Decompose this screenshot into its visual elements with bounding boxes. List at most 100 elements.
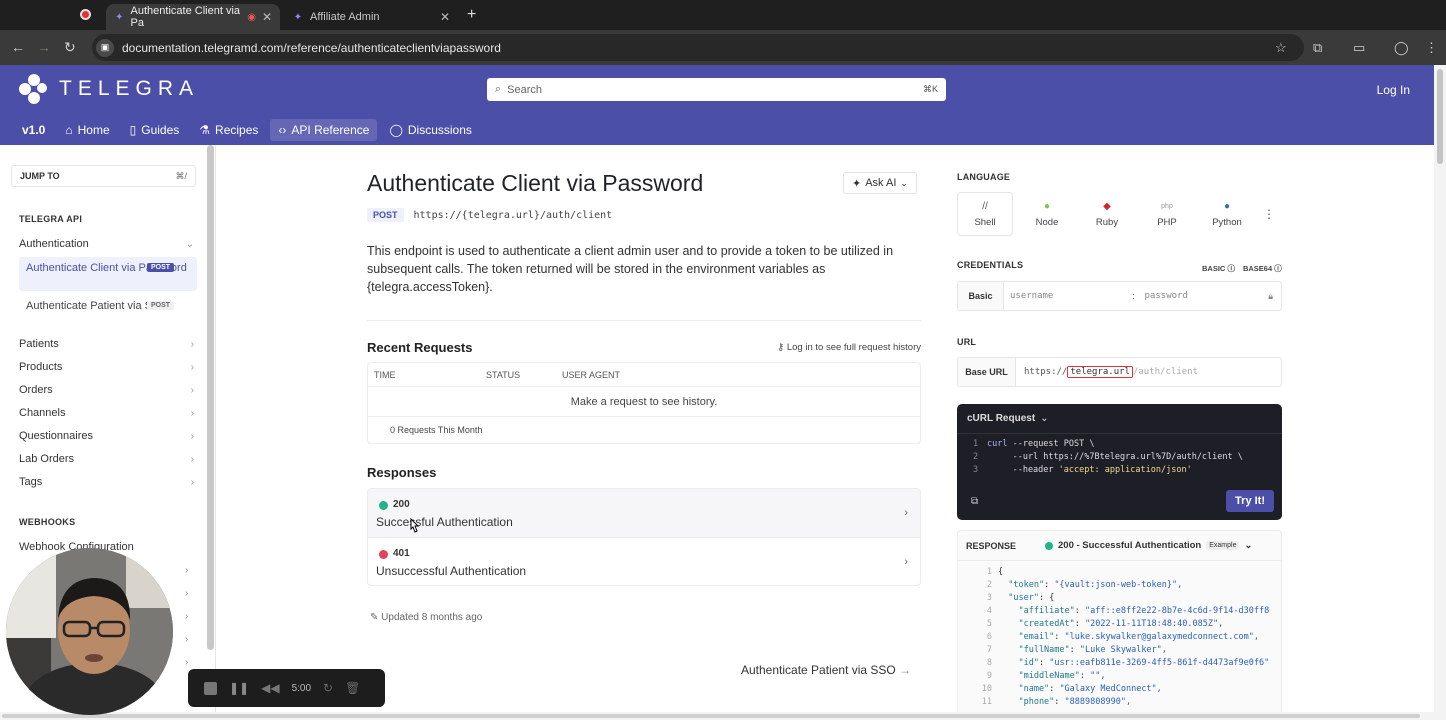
page-scrollbar[interactable]: [1434, 65, 1446, 720]
base-url-suffix: /auth/client: [1132, 367, 1198, 377]
response-200[interactable]: 200 Successful Authentication ›: [368, 489, 920, 538]
line-number: 1: [986, 567, 992, 577]
login-history-link[interactable]: ⚷ Log in to see full request history: [777, 342, 921, 353]
horizontal-scrollbar[interactable]: [0, 712, 1434, 720]
language-name: Node: [1035, 216, 1059, 228]
sidebar-group-label: Authentication: [19, 238, 89, 250]
back-icon[interactable]: ←: [11, 39, 25, 55]
next-page-link[interactable]: Authenticate Patient via SSO →: [741, 663, 911, 677]
scrollbar-thumb[interactable]: [2, 714, 1420, 718]
new-tab-icon[interactable]: +: [467, 6, 476, 24]
language-php[interactable]: php PHP: [1137, 192, 1197, 236]
close-tab-icon[interactable]: ✕: [440, 10, 450, 24]
json-line: 6 "email": "luke.skywalker@galaxymedconn…: [974, 632, 1259, 642]
telegra-favicon-icon: ✦: [293, 11, 303, 23]
menu-kebab-icon[interactable]: ⋮: [1425, 40, 1438, 56]
json-line: 1{: [974, 567, 1003, 577]
pause-icon[interactable]: ❚❚: [229, 681, 249, 695]
endpoint-description: This endpoint is used to authenticate a …: [367, 244, 894, 294]
jump-to-button[interactable]: JUMP TO ⌘/: [11, 165, 196, 187]
json-key: "createdAt": [998, 619, 1075, 629]
line-number: 1: [973, 439, 979, 449]
extensions-icon[interactable]: ⧉: [1313, 40, 1322, 56]
search-input[interactable]: ⌕ Search ⌘K: [487, 78, 946, 101]
sidebar-item-questionnaires[interactable]: Questionnaires ›: [19, 430, 194, 442]
logo-text: TELEGRA: [59, 77, 200, 100]
site-info-icon[interactable]: ▣: [96, 38, 114, 57]
nav-discussions[interactable]: ◯ Discussions: [381, 119, 479, 141]
version-label: v1.0: [22, 123, 46, 137]
nav-api-reference[interactable]: ‹› API Reference: [270, 119, 378, 141]
code-line: 1 curl --request POST \: [973, 439, 1094, 449]
restart-icon[interactable]: ↻: [323, 681, 333, 695]
response-status-selector[interactable]: 200 - Successful Authentication Example …: [1045, 540, 1252, 551]
nav-recipes[interactable]: ⚗ Recipes: [191, 119, 266, 141]
chat-icon: ◯: [389, 123, 403, 137]
login-link[interactable]: Log In: [1377, 83, 1410, 97]
password-input[interactable]: password: [1145, 291, 1269, 301]
browser-tab[interactable]: ✦ Affiliate Admin ✕: [284, 4, 458, 30]
base-url-value[interactable]: https://telegra.url/auth/client: [1024, 366, 1198, 378]
version-selector[interactable]: v1.0: [14, 119, 53, 141]
profile-icon[interactable]: ◯: [1394, 40, 1409, 56]
response-401[interactable]: 401 Unsuccessful Authentication ›: [368, 538, 920, 585]
sidebar-item-lab-orders[interactable]: Lab Orders ›: [19, 453, 194, 465]
address-bar[interactable]: ▣ documentation.telegramd.com/reference/…: [92, 34, 1304, 61]
nav-guides[interactable]: ▯ Guides: [122, 119, 188, 141]
forward-icon[interactable]: →: [37, 39, 51, 55]
top-nav: v1.0 ⌂ Home ▯ Guides ⚗ Recipes ‹› API Refere…: [14, 119, 480, 141]
close-tab-icon[interactable]: ✕: [262, 10, 272, 24]
language-node[interactable]: ● Node: [1017, 192, 1077, 236]
sidebar-item-channels[interactable]: Channels ›: [19, 407, 194, 419]
status-dot: [1045, 541, 1053, 550]
sidebar-group-authentication[interactable]: Authentication ⌄: [19, 238, 194, 250]
telegra-logo-mark-icon: [19, 74, 49, 104]
sidebar-item-tags[interactable]: Tags ›: [19, 476, 194, 488]
delete-icon[interactable]: 🗑︎: [345, 681, 360, 695]
copy-icon[interactable]: ⧉: [971, 496, 978, 507]
sidebar-item-patients[interactable]: Patients ›: [19, 338, 194, 350]
language-picker: // Shell ● Node ◆ Ruby php PHP ● Python ⋮: [957, 192, 1282, 236]
try-it-button[interactable]: Try It!: [1226, 490, 1274, 512]
side-panel-icon[interactable]: ▭: [1353, 40, 1365, 56]
recording-indicator-icon: [80, 9, 91, 20]
reload-icon[interactable]: ↻: [64, 39, 76, 56]
json-text: {: [998, 567, 1004, 577]
line-number: 7: [986, 645, 992, 655]
scrollbar-thumb[interactable]: [1437, 69, 1443, 164]
language-ruby[interactable]: ◆ Ruby: [1077, 192, 1137, 236]
more-languages-icon[interactable]: ⋮: [1263, 207, 1275, 221]
tab-recording-icon: ◉: [247, 11, 256, 23]
nav-home[interactable]: ⌂ Home: [57, 119, 117, 141]
nav-home-label: Home: [77, 123, 110, 137]
language-python[interactable]: ● Python: [1197, 192, 1257, 236]
example-badge: Example: [1206, 541, 1240, 550]
basic-option-label: BASIC: [1202, 264, 1226, 273]
bookmark-star-icon[interactable]: ☆: [1275, 40, 1287, 56]
response-label: Successful Authentication: [376, 515, 513, 529]
webcam-person-image: [6, 548, 173, 715]
response-header: RESPONSE 200 - Successful Authentication…: [958, 531, 1281, 561]
basic-option[interactable]: BASIC ⓘ: [1202, 263, 1235, 274]
telegra-logo[interactable]: TELEGRA: [19, 74, 199, 104]
ask-ai-button[interactable]: ✦ Ask AI ⌄: [843, 172, 917, 194]
username-input[interactable]: username: [1010, 291, 1130, 301]
responses-title: Responses: [367, 465, 437, 480]
stop-recording-icon[interactable]: [204, 681, 217, 695]
base-url-variable[interactable]: telegra.url: [1067, 366, 1133, 378]
shell-icon: //: [982, 200, 988, 212]
home-icon: ⌂: [65, 123, 73, 137]
sidebar-scrollbar[interactable]: [207, 145, 214, 650]
rewind-icon[interactable]: ◀◀: [261, 681, 279, 695]
browser-tab-active[interactable]: ✦ Authenticate Client via Pa ◉ ✕: [106, 4, 280, 30]
sidebar-item-products[interactable]: Products ›: [19, 361, 194, 373]
auth-type-label: Basic: [958, 282, 1004, 310]
sidebar-item-orders[interactable]: Orders ›: [19, 384, 194, 396]
language-shell[interactable]: // Shell: [957, 192, 1013, 236]
requests-count: 0 Requests This Month: [390, 425, 483, 435]
curl-request-header[interactable]: cURL Request ⌄: [957, 404, 1282, 434]
base64-option[interactable]: BASE64 ⓘ: [1243, 263, 1282, 274]
sidebar-item-label: Channels: [19, 407, 66, 419]
jump-to-shortcut: ⌘/: [175, 170, 187, 181]
updated-label: Updated 8 months ago: [381, 612, 483, 623]
